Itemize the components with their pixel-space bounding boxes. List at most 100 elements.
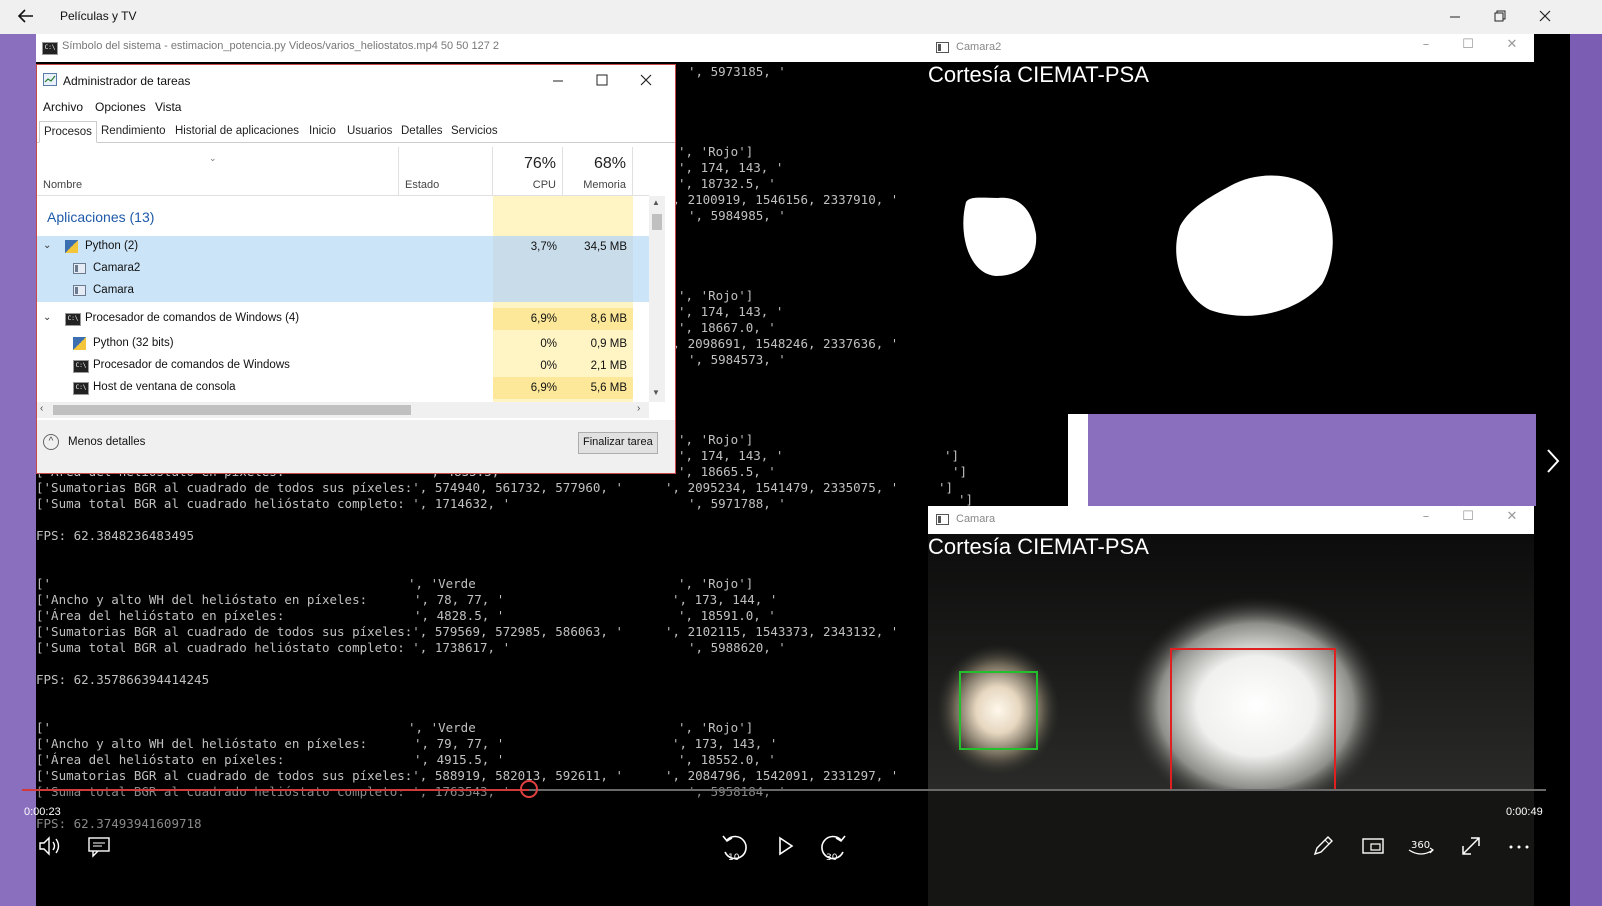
process-row[interactable]: C:\ Procesador de comandos de Windows 0%… [37, 355, 649, 377]
tm-close-button[interactable] [633, 69, 659, 91]
console-line: ', 'Rojo'] [678, 288, 754, 303]
group-aplicaciones: Aplicaciones (13) [47, 209, 155, 225]
console-line: ', 5984573, ' [688, 352, 786, 367]
collapse-chevron-icon[interactable]: ⌄ [43, 240, 51, 251]
console-fragment: '] [944, 448, 960, 463]
mem-total: 68% [593, 155, 626, 172]
console-title: Símbolo del sistema - estimacion_potenci… [62, 40, 499, 52]
cmd-icon: C:\ [42, 42, 58, 55]
console-line: ['Sumatorias BGR al cuadrado de todos su… [36, 480, 623, 495]
column-nombre[interactable]: ⌄ Nombre [37, 147, 399, 195]
camara-courtesy: Cortesía CIEMAT-PSA [928, 534, 1149, 559]
h-scroll-thumb[interactable] [53, 405, 411, 415]
restore-button[interactable] [1485, 6, 1515, 28]
console-line: ', 5973185, ' [688, 64, 786, 79]
tm-minimize-button[interactable] [545, 69, 571, 91]
volume-icon[interactable] [32, 832, 66, 864]
console-line: ['Ancho y alto WH del helióstato en píxe… [36, 736, 368, 751]
camara2-maximize-button[interactable]: ☐ [1454, 37, 1482, 57]
console-line: ', 'Rojo'] [678, 144, 754, 159]
fullscreen-icon[interactable] [1454, 832, 1488, 864]
console-line: ', 5984985, ' [688, 208, 786, 223]
console-line: ', 173, 143, ' [672, 736, 778, 751]
process-row[interactable]: Python (32 bits) 0% 0,9 MB [37, 333, 649, 355]
subtitles-icon[interactable] [82, 832, 116, 864]
camara-titlebar: Camara – ☐ ✕ [928, 506, 1534, 534]
console-line: FPS: 62.3848236483495 [36, 528, 195, 543]
process-row[interactable]: Camara2 [37, 258, 649, 280]
console-line: ', 'Rojo'] [678, 432, 754, 447]
column-memoria[interactable]: 68% Memoria [563, 147, 633, 195]
console-line: ', 2095234, 1541479, 2335075, ' [665, 480, 899, 495]
process-row[interactable]: ⌄ C:\ Procesador de comandos de Windows … [37, 308, 649, 330]
console-line: ', 5971788, ' [688, 496, 786, 511]
camara2-close-button[interactable]: ✕ [1498, 37, 1526, 57]
console-line: ['Sumatorias BGR al cuadrado de todos su… [36, 624, 623, 639]
camara-title: Camara [956, 513, 996, 525]
console-line: ', 173, 144, ' [672, 592, 778, 607]
scroll-up-icon[interactable]: ▲ [652, 198, 660, 207]
back-arrow-icon[interactable] [14, 6, 38, 28]
skip-back-10-icon[interactable]: 10 [718, 832, 752, 864]
console-line: ', 2098691, 1548246, 2337636, ' [665, 336, 899, 351]
desktop-background-right [1570, 34, 1602, 906]
chevron-up-icon[interactable]: ^ [43, 434, 59, 450]
column-estado[interactable]: Estado [399, 147, 493, 195]
close-button[interactable] [1530, 6, 1560, 28]
cmd-icon: C:\ [65, 313, 81, 326]
camara-close-button[interactable]: ✕ [1498, 509, 1526, 529]
process-row[interactable]: Camara [37, 280, 649, 302]
seek-progress [22, 789, 529, 791]
console-line: ['Área del helióstato en píxeles: [36, 752, 285, 767]
console-fragment: '] [938, 480, 954, 495]
minimize-button[interactable] [1440, 6, 1470, 28]
tab-detalles[interactable]: Detalles [397, 121, 447, 143]
elapsed-time: 0:00:23 [24, 806, 61, 818]
tab-inicio[interactable]: Inicio [305, 121, 340, 143]
tab-procesos[interactable]: Procesos [39, 121, 97, 143]
camara-maximize-button[interactable]: ☐ [1454, 509, 1482, 529]
skip-forward-30-icon[interactable]: 30 [816, 832, 850, 864]
process-row[interactable]: ⌄ Python (2) 3,7% 34,5 MB [37, 236, 649, 258]
desktop-background [1088, 414, 1536, 506]
end-task-button[interactable]: Finalizar tarea [578, 432, 658, 454]
scroll-right-icon[interactable]: › [637, 403, 640, 414]
menu-vista[interactable]: Vista [155, 100, 181, 114]
console-line: ', 18667.0, ' [678, 320, 776, 335]
tm-maximize-button[interactable] [589, 69, 615, 91]
play-icon[interactable] [768, 832, 802, 864]
console-line: ', 174, 143, ' [678, 160, 784, 175]
cmd-icon: C:\ [73, 382, 89, 395]
horizontal-scrollbar[interactable]: ‹ › [37, 402, 649, 418]
less-details-link[interactable]: Menos detalles [68, 436, 145, 448]
tab-historial[interactable]: Historial de aplicaciones [171, 121, 303, 143]
process-row[interactable]: C:\ Host de ventana de consola 6,9% 5,6 … [37, 377, 649, 399]
window-edge [1068, 414, 1088, 506]
console-line: ', 2100919, 1546156, 2337910, ' [665, 192, 899, 207]
camera-frame-image [928, 534, 1534, 790]
pen-icon[interactable] [1306, 832, 1340, 864]
next-chevron-icon[interactable] [1540, 444, 1564, 478]
window-icon [73, 263, 86, 274]
tab-servicios[interactable]: Servicios [447, 121, 502, 143]
camara2-minimize-button[interactable]: – [1412, 37, 1440, 57]
seek-thumb[interactable] [520, 780, 538, 798]
column-cpu[interactable]: 76% CPU [493, 147, 563, 195]
collapse-chevron-icon[interactable]: ⌄ [43, 312, 51, 323]
vertical-scrollbar[interactable]: ▲ ▼ [649, 196, 665, 402]
more-icon[interactable] [1502, 832, 1536, 864]
scroll-left-icon[interactable]: ‹ [40, 403, 43, 414]
360-icon[interactable]: 360 [1404, 832, 1438, 864]
console-line: ', 5958184, ' [688, 784, 786, 799]
menu-archivo[interactable]: Archivo [43, 100, 83, 114]
camara-view: Cortesía CIEMAT-PSA [928, 534, 1534, 790]
console-line: ', 'Verde [408, 720, 476, 735]
menu-opciones[interactable]: Opciones [95, 100, 146, 114]
scroll-down-icon[interactable]: ▼ [652, 388, 660, 397]
tab-rendimiento[interactable]: Rendimiento [97, 121, 170, 143]
mini-view-icon[interactable] [1356, 832, 1390, 864]
console-line: ', 2084796, 1542091, 2331297, ' [665, 768, 899, 783]
tab-usuarios[interactable]: Usuarios [343, 121, 396, 143]
camara-minimize-button[interactable]: – [1412, 509, 1440, 529]
scroll-thumb[interactable] [652, 214, 662, 230]
